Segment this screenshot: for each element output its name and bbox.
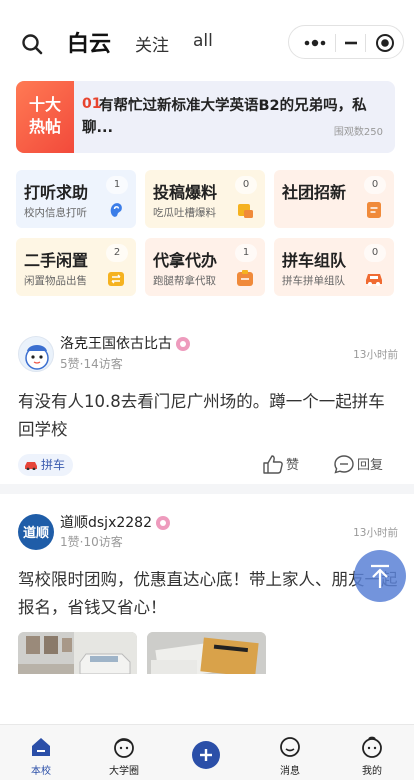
plus-icon — [200, 749, 212, 761]
category-title: 社团招新 — [282, 183, 347, 202]
category-count: 0 — [364, 176, 386, 194]
post-meta: 1赞·10访客 — [60, 535, 123, 549]
verified-badge-icon — [155, 516, 170, 530]
category-title: 打听求助 — [24, 183, 89, 202]
category-club-recruit[interactable]: 社团招新 0 — [274, 170, 394, 228]
cartoon-avatar-icon — [25, 345, 49, 370]
nav-item-mine[interactable]: 我的 — [342, 725, 402, 780]
like-label: 赞 — [286, 458, 300, 473]
category-subtitle: 吃瓜吐槽爆料 — [153, 207, 216, 219]
nav-label: 本校 — [31, 766, 51, 777]
post-divider — [0, 484, 414, 494]
post-image[interactable] — [18, 632, 137, 674]
category-submit-tip[interactable]: 投稿爆料 吃瓜吐槽爆料 0 — [145, 170, 265, 228]
capsule-divider — [335, 34, 336, 52]
comment-icon — [334, 455, 354, 474]
documents-photo-image — [147, 632, 266, 674]
tag-label: 拼车 — [41, 458, 66, 472]
hot-views-count: 围观数250 — [333, 127, 383, 138]
category-title: 投稿爆料 — [153, 183, 218, 202]
avatar[interactable]: 道顺 — [18, 514, 54, 550]
post-body[interactable]: 有没有人10.8去看门尼广州场的。蹲一个一起拼车回学校 — [18, 388, 398, 444]
post-time: 13小时前 — [353, 349, 398, 361]
thumbs-up-icon — [263, 455, 283, 474]
top-header: 白云 关注 all — [0, 0, 414, 84]
nav-label: 大学圈 — [109, 766, 139, 777]
category-title: 二手闲置 — [24, 251, 89, 270]
post-image[interactable] — [147, 632, 266, 674]
close-target-icon[interactable] — [375, 33, 395, 53]
home-icon — [32, 738, 50, 756]
category-subtitle: 闲置物品出售 — [24, 275, 87, 287]
post-author[interactable]: 道顺dsjx2282 — [60, 512, 170, 532]
box-icon — [237, 270, 253, 286]
car-icon — [366, 274, 382, 286]
post-author[interactable]: 洛克王国依古比古 — [60, 333, 190, 353]
car-icon — [25, 462, 37, 471]
capsule-divider — [365, 34, 366, 52]
arrow-up-icon — [371, 564, 389, 588]
document-icon — [367, 202, 381, 218]
category-errand[interactable]: 代拿代办 跑腿帮拿代取 1 — [145, 238, 265, 296]
author-name: 道顺dsjx2282 — [60, 515, 152, 531]
avatar[interactable] — [18, 336, 54, 372]
reply-button[interactable]: 回复 — [333, 454, 383, 474]
tab-follow[interactable]: 关注 — [135, 31, 169, 56]
message-face-icon — [280, 737, 300, 757]
post-card[interactable]: 洛克王国依古比古 5赞·14访客 13小时前 有没有人10.8去看门尼广州场的。… — [0, 320, 414, 482]
category-subtitle: 校内信息打听 — [24, 207, 87, 219]
category-second-hand[interactable]: 二手闲置 闲置物品出售 2 — [16, 238, 136, 296]
verified-badge-icon — [176, 337, 190, 351]
nav-label: 我的 — [362, 766, 382, 777]
like-button[interactable]: 赞 — [262, 454, 299, 474]
badge-line-2: 热帖 — [28, 117, 61, 136]
ear-icon — [110, 203, 122, 217]
top-ten-badge: 十大 热帖 — [16, 81, 74, 153]
badge-line-1: 十大 — [28, 95, 61, 114]
create-post-button[interactable] — [192, 741, 220, 769]
category-subtitle: 跑腿帮拿代取 — [153, 275, 216, 287]
megaphone-icon — [238, 204, 253, 218]
profile-face-icon — [362, 736, 382, 758]
post-tag[interactable]: 拼车 — [18, 454, 74, 476]
more-icon[interactable] — [301, 34, 333, 52]
face-circle-icon — [114, 738, 134, 758]
category-count: 2 — [106, 244, 128, 262]
minimize-icon[interactable] — [341, 34, 361, 52]
avatar-logo-text: 道顺 — [22, 526, 49, 541]
hot-post-title[interactable]: 有帮忙过新标准大学英语B2的兄弟吗，私聊... — [82, 95, 372, 139]
category-carpool[interactable]: 拼车组队 拼车拼单组队 0 — [274, 238, 394, 296]
post-time: 13小时前 — [353, 527, 398, 539]
tab-all[interactable]: all — [193, 31, 213, 51]
exchange-icon — [108, 272, 124, 286]
nav-item-campus[interactable]: 本校 — [11, 725, 71, 780]
category-count: 1 — [106, 176, 128, 194]
category-title: 拼车组队 — [282, 251, 347, 270]
tab-baiyun[interactable]: 白云 — [67, 26, 111, 58]
car-photo-image — [18, 632, 137, 674]
hot-posts-banner[interactable]: 十大 热帖 01 有帮忙过新标准大学英语B2的兄弟吗，私聊... 围观数250 — [16, 81, 395, 153]
post-meta: 5赞·14访客 — [60, 357, 123, 371]
category-ask-help[interactable]: 打听求助 校内信息打听 1 — [16, 170, 136, 228]
nav-label: 消息 — [280, 766, 300, 777]
category-count: 0 — [235, 176, 257, 194]
reply-label: 回复 — [357, 458, 384, 473]
category-count: 0 — [364, 244, 386, 262]
category-subtitle: 拼车拼单组队 — [282, 275, 345, 287]
category-title: 代拿代办 — [153, 251, 218, 270]
bottom-navigation: 本校 大学圈 消息 我的 — [0, 724, 414, 780]
post-body[interactable]: 驾校限时团购，优惠直达心底！带上家人、朋友一起报名，省钱又省心！ — [18, 566, 398, 622]
back-to-top-button[interactable] — [354, 550, 406, 602]
mini-program-capsule — [288, 25, 404, 59]
category-count: 1 — [235, 244, 257, 262]
nav-item-university-circle[interactable]: 大学圈 — [94, 725, 154, 780]
author-name: 洛克王国依古比古 — [60, 336, 172, 352]
search-icon[interactable] — [20, 32, 44, 56]
nav-item-messages[interactable]: 消息 — [260, 725, 320, 780]
